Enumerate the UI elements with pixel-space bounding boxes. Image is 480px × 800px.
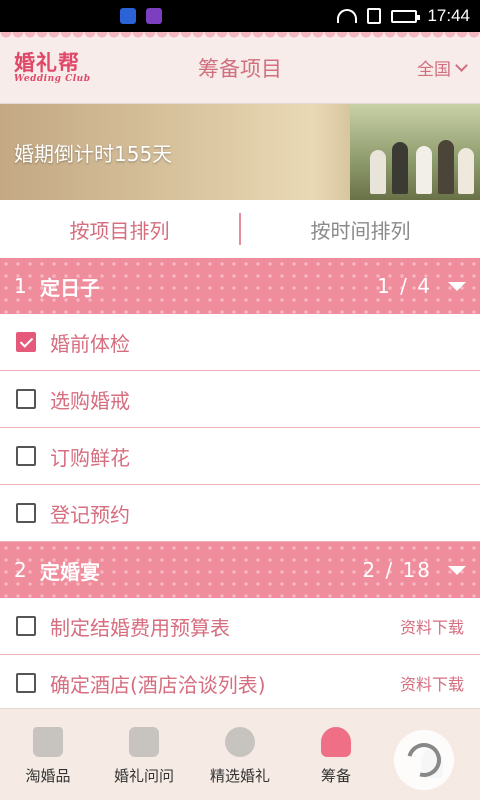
nav-featured[interactable]: 精选婚礼 (192, 709, 288, 800)
task-row[interactable]: 登记预约 (0, 485, 480, 542)
shield-icon (120, 8, 136, 24)
shopping-bag-icon (33, 727, 63, 757)
task-checkbox[interactable] (16, 673, 36, 693)
task-label: 选购婚戒 (50, 388, 130, 413)
chat-bubbles-icon (129, 727, 159, 757)
region-selector[interactable]: 全国 (417, 55, 468, 80)
nav-label: 筹备 (320, 767, 351, 785)
gallery-icon (146, 8, 162, 24)
countdown-banner[interactable]: 婚期倒计时155天 (0, 104, 480, 200)
task-checkbox[interactable] (16, 332, 36, 352)
task-row[interactable]: 订购鲜花 (0, 428, 480, 485)
task-checkbox[interactable] (16, 389, 36, 409)
task-label: 确定酒店(酒店洽谈列表) (50, 672, 266, 697)
task-row[interactable]: 确定酒店(酒店洽谈列表) 资料下载 (0, 655, 480, 712)
tab-by-project[interactable]: 按项目排列 (0, 215, 239, 244)
task-label: 婚前体检 (50, 331, 130, 356)
task-label: 制定结婚费用预算表 (50, 615, 230, 640)
clock: 17:44 (427, 6, 470, 25)
nav-prepare[interactable]: 筹备 (288, 709, 384, 800)
task-label: 登记预约 (50, 502, 130, 527)
task-row[interactable]: 选购婚戒 (0, 371, 480, 428)
group-number: 1 (14, 274, 27, 298)
nav-shop[interactable]: 淘婚品 (0, 709, 96, 800)
task-row[interactable]: 制定结婚费用预算表 资料下载 (0, 598, 480, 655)
nav-label: 淘婚品 (25, 767, 71, 785)
nav-label: 精选婚礼 (209, 767, 270, 785)
wedding-countdown: 婚期倒计时155天 (14, 142, 173, 166)
nav-label: 婚礼问问 (113, 767, 174, 785)
battery-icon (391, 9, 421, 23)
task-checkbox[interactable] (16, 446, 36, 466)
balloons-icon (225, 727, 255, 757)
tab-by-time[interactable]: 按时间排列 (241, 215, 480, 244)
task-row[interactable]: 婚前体检 (0, 314, 480, 371)
sim-icon (367, 8, 382, 24)
app-logo[interactable]: 婚礼帮 Wedding Club (14, 49, 91, 84)
group-header[interactable]: 1 定日子 1 / 4 (0, 258, 480, 314)
group-name: 定日子 (40, 275, 100, 300)
group-header[interactable]: 2 定婚宴 2 / 18 (0, 542, 480, 598)
task-checkbox[interactable] (16, 503, 36, 523)
wedding-photo (350, 104, 480, 200)
chevron-down-icon (455, 58, 468, 72)
group-progress: 2 / 18 (362, 558, 432, 582)
task-checkbox[interactable] (16, 616, 36, 636)
collapse-triangle-icon[interactable] (448, 565, 466, 575)
collapse-triangle-icon[interactable] (448, 281, 466, 291)
status-bar: 17:44 (0, 0, 480, 32)
region-label: 全国 (417, 60, 451, 80)
download-link[interactable]: 资料下载 (400, 671, 464, 695)
hearts-icon (321, 727, 351, 757)
logo-text: 婚礼帮 (14, 49, 80, 75)
logo-subtext: Wedding Club (14, 73, 91, 84)
sort-tabs: 按项目排列 按时间排列 (0, 200, 480, 258)
app-header: 婚礼帮 Wedding Club 筹备项目 全国 (0, 32, 480, 104)
group-progress: 1 / 4 (377, 274, 432, 298)
wifi-icon (337, 9, 358, 23)
group-number: 2 (14, 558, 27, 582)
watermark-swirl-icon (394, 730, 454, 790)
download-link[interactable]: 资料下载 (400, 614, 464, 638)
group-name: 定婚宴 (40, 559, 100, 584)
task-label: 订购鲜花 (50, 445, 130, 470)
nav-qa[interactable]: 婚礼问问 (96, 709, 192, 800)
